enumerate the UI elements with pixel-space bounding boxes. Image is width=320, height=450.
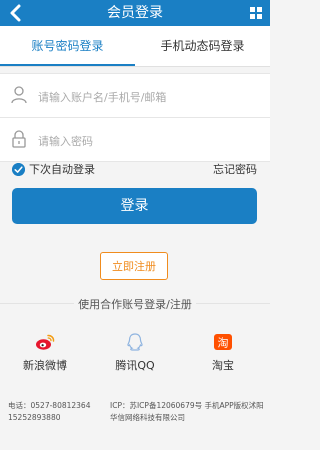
icp-info: ICP：苏ICP备12060679号 手机APP版权沭阳华信网络科技有限公司 — [110, 400, 268, 424]
tab-sms-login[interactable]: 手机动态码登录 — [135, 26, 270, 64]
qq-icon — [127, 333, 143, 351]
auto-login-label: 下次自动登录 — [29, 163, 95, 176]
password-input[interactable] — [36, 129, 260, 153]
login-tabs: 账号密码登录 手机动态码登录 — [0, 26, 270, 67]
taobao-label: 淘宝 — [212, 359, 234, 372]
qq-label: 腾讯QQ — [115, 359, 155, 372]
weibo-login[interactable]: 新浪微博 — [5, 333, 85, 373]
page-title: 会员登录 — [107, 5, 163, 21]
taobao-login[interactable]: 淘 淘宝 — [183, 333, 263, 373]
username-row — [0, 74, 270, 118]
username-input[interactable] — [36, 85, 260, 109]
partner-login-title: 使用合作账号登录/注册 — [0, 296, 270, 312]
login-button[interactable]: 登录 — [12, 188, 257, 224]
tab-password-login[interactable]: 账号密码登录 — [0, 26, 135, 66]
phone-line-2: 15252893880 — [8, 413, 61, 422]
user-icon — [11, 86, 27, 104]
login-form — [0, 73, 270, 162]
weibo-icon — [36, 334, 55, 350]
check-icon — [12, 163, 25, 176]
icp-text: ICP：苏ICP备12060679号 手机APP版权沭阳华信网络科技有限公司 — [110, 401, 264, 422]
forgot-password-link[interactable]: 忘记密码 — [213, 162, 257, 178]
password-row — [0, 118, 270, 161]
contact-phone: 电话：0527-80812364 15252893880 — [8, 400, 103, 424]
weibo-label: 新浪微博 — [23, 359, 67, 372]
register-button[interactable]: 立即注册 — [100, 252, 168, 280]
taobao-icon: 淘 — [214, 334, 232, 350]
svg-text:淘: 淘 — [218, 337, 229, 350]
grid-menu-icon[interactable] — [250, 7, 262, 19]
app-header: 会员登录 — [0, 0, 270, 26]
phone-line-1: 电话：0527-80812364 — [8, 401, 91, 410]
lock-icon — [12, 130, 26, 148]
qq-login[interactable]: 腾讯QQ — [95, 333, 175, 373]
